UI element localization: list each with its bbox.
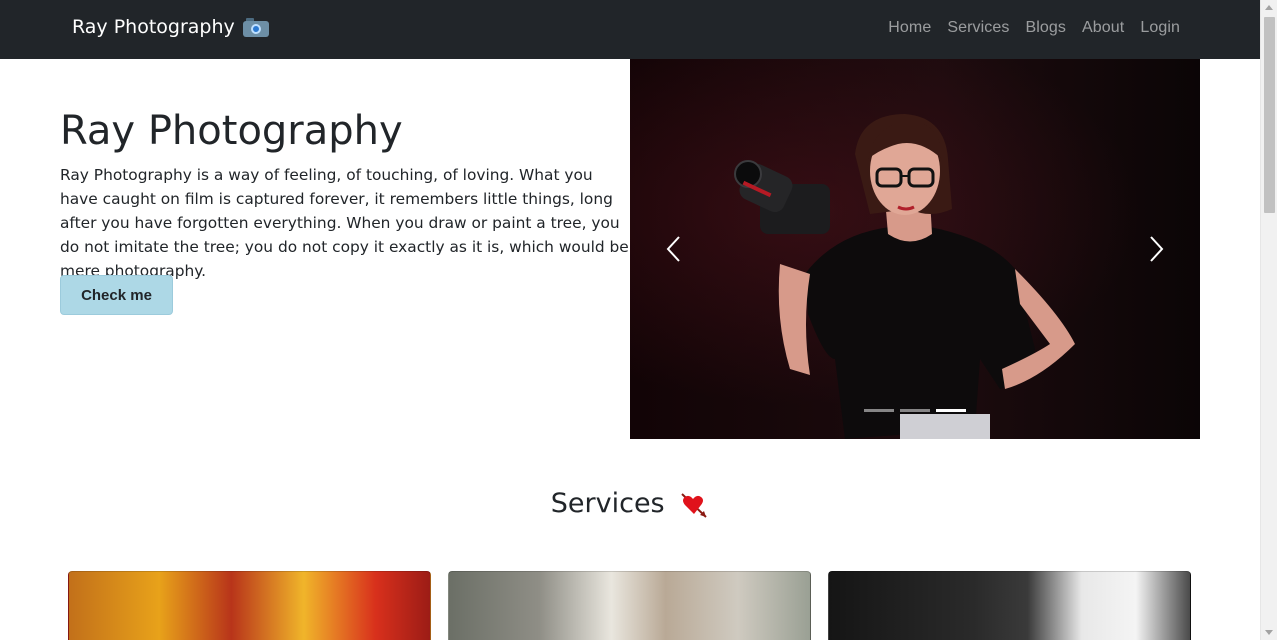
scroll-down-arrow-icon[interactable] bbox=[1265, 630, 1273, 635]
nav-links: Home Services Blogs About Login bbox=[888, 19, 1180, 37]
chevron-left-icon[interactable] bbox=[660, 234, 690, 264]
chevron-right-icon[interactable] bbox=[1140, 234, 1170, 264]
page-scrollbar[interactable] bbox=[1260, 0, 1277, 640]
scroll-up-arrow-icon[interactable] bbox=[1265, 5, 1273, 10]
check-me-button[interactable]: Check me bbox=[60, 275, 173, 315]
carousel-indicators bbox=[864, 409, 966, 412]
navbar: Ray Photography Home Services Blogs Abou… bbox=[0, 0, 1260, 59]
nav-blogs[interactable]: Blogs bbox=[1026, 19, 1067, 37]
carousel-indicator-1[interactable] bbox=[864, 409, 894, 412]
photographer-image bbox=[734, 114, 1075, 439]
carousel-indicator-2[interactable] bbox=[900, 409, 930, 412]
scrollbar-thumb[interactable] bbox=[1264, 17, 1275, 213]
nav-home[interactable]: Home bbox=[888, 19, 931, 37]
brand-text: Ray Photography bbox=[72, 16, 235, 38]
hero-description: Ray Photography is a way of feeling, of … bbox=[60, 166, 629, 280]
hero-carousel bbox=[630, 59, 1200, 439]
brand-link[interactable]: Ray Photography bbox=[72, 16, 269, 38]
service-card-3[interactable] bbox=[828, 571, 1191, 640]
service-card-1[interactable] bbox=[68, 571, 431, 640]
hero-title: Ray Photography bbox=[60, 108, 403, 154]
service-card-2[interactable] bbox=[448, 571, 811, 640]
camera-icon bbox=[242, 17, 269, 37]
heart-arrow-icon bbox=[681, 492, 707, 518]
nav-login[interactable]: Login bbox=[1140, 19, 1180, 37]
services-title: Services bbox=[550, 488, 665, 519]
services-heading: Services bbox=[0, 488, 1260, 520]
nav-about[interactable]: About bbox=[1082, 19, 1124, 37]
nav-services[interactable]: Services bbox=[947, 19, 1009, 37]
carousel-indicator-3[interactable] bbox=[936, 409, 966, 412]
